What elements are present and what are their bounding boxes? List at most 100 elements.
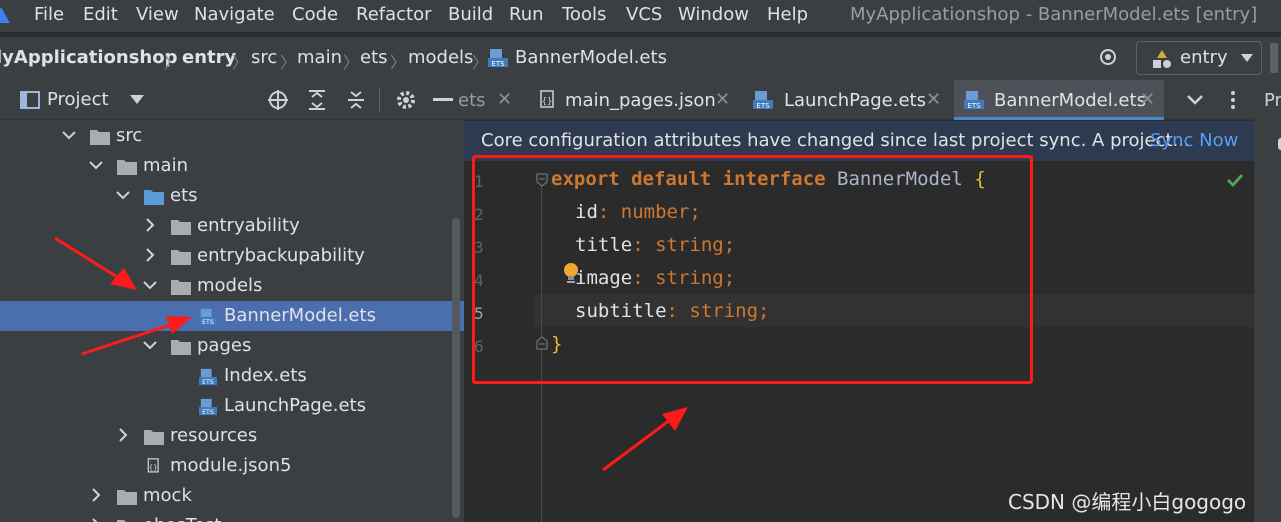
chevron-right-icon[interactable] [143,218,157,232]
tree-item-label: resources [170,425,258,446]
annotation-box [472,155,1033,384]
menu-navigate[interactable]: Navigate [194,4,275,25]
previewer-tab[interactable]: Pr [1264,90,1281,111]
tree-row[interactable]: ETS LaunchPage.ets [0,391,464,421]
folder-icon [117,160,137,175]
chevron-right-icon[interactable] [89,518,103,522]
menu-code[interactable]: Code [292,4,338,25]
window-title: MyApplicationshop - BannerModel.ets [ent… [850,4,1258,25]
toolbar-overflow[interactable] [1270,43,1278,73]
chevron-right-icon[interactable] [89,488,103,502]
tab-main-pages-json[interactable]: {} main_pages.json ✕ [534,80,744,120]
breadcrumb-file[interactable]: BannerModel.ets [515,47,667,68]
chevron-down-icon[interactable] [62,128,76,142]
tree-row[interactable]: entryability [0,211,464,241]
svg-text:{}: {} [149,462,158,471]
tab-bannermodel[interactable]: ETS BannerModel.ets ✕ [954,80,1164,120]
folder-icon [171,250,191,265]
breadcrumb-main[interactable]: main [297,47,342,68]
chevron-down-icon[interactable] [143,278,157,292]
tree-item-label: main [143,155,188,176]
chevron-down-icon[interactable] [116,188,130,202]
menu-bar: File Edit View Navigate Code Refactor Bu… [0,0,1281,32]
chevron-down-icon [1241,54,1253,62]
close-icon[interactable]: ✕ [1140,89,1155,110]
target-icon[interactable] [1096,45,1120,69]
svg-text:ETS: ETS [756,102,770,110]
tree-row[interactable]: main [0,151,464,181]
breadcrumb-separator-icon: 〉 [390,53,407,72]
tree-scrollbar[interactable] [452,218,460,518]
run-config-select[interactable]: entry [1136,41,1262,75]
chevron-down-icon[interactable] [143,338,157,352]
tree-row[interactable]: ETS Index.ets [0,361,464,391]
expand-all-icon[interactable] [306,89,328,111]
tree-item-label: ohosTest [143,515,221,522]
svg-text:ETS: ETS [202,379,214,386]
menu-run[interactable]: Run [509,4,544,25]
toolbar-divider [379,88,380,112]
folder-icon [90,130,110,145]
ets-file-icon: ETS [488,49,508,68]
locate-file-icon[interactable] [267,89,289,111]
ets-file-icon: ETS [199,398,217,416]
ets-file-icon: ETS [199,368,217,386]
tree-row[interactable]: pages [0,331,464,361]
menu-file[interactable]: File [34,4,64,25]
breadcrumb-ets[interactable]: ets [360,47,388,68]
tree-item-label: module.json5 [170,455,292,476]
ets-file-icon: ETS [964,91,984,110]
tree-row[interactable]: ohosTest [0,511,464,522]
close-icon[interactable]: ✕ [926,89,941,110]
project-panel-title[interactable]: Project [47,89,109,110]
tree-row[interactable]: mock [0,481,464,511]
right-tool-strip: Pr [1254,80,1281,522]
breadcrumb-module[interactable]: entry [182,47,236,68]
tree-row[interactable]: ets [0,181,464,211]
breadcrumb-models[interactable]: models [408,47,473,68]
breadcrumb-src[interactable]: src [251,47,277,68]
minimize-icon[interactable] [433,98,453,102]
tab-ets[interactable]: ets ✕ [458,80,524,120]
tab-list-chevron-icon[interactable] [1187,95,1203,105]
menu-window[interactable]: Window [678,4,749,25]
ets-file-icon: ETS [753,91,773,110]
collapse-all-icon[interactable] [345,89,367,111]
folder-icon [144,190,164,205]
tab-launchpage[interactable]: ETS LaunchPage.ets ✕ [750,80,950,120]
sync-now-link[interactable]: Sync Now [1150,130,1238,151]
gear-icon[interactable] [395,89,417,111]
tree-row[interactable]: models [0,271,464,301]
tree-item-label: ets [170,185,198,206]
more-options-icon[interactable] [1230,90,1236,110]
menu-vcs[interactable]: VCS [626,4,662,25]
tree-item-label: LaunchPage.ets [224,395,366,416]
breadcrumb-separator-icon: 〉 [280,53,297,72]
tree-row[interactable]: ETS BannerModel.ets [0,301,464,331]
folder-icon [171,280,191,295]
folder-icon [171,340,191,355]
menu-help[interactable]: Help [767,4,808,25]
close-icon[interactable]: ✕ [715,89,730,110]
tree-row[interactable]: {} module.json5 [0,451,464,481]
chevron-right-icon[interactable] [143,248,157,262]
chevron-down-icon[interactable] [130,95,144,105]
menu-view[interactable]: View [136,4,179,25]
menu-build[interactable]: Build [448,4,493,25]
tree-item-label: entrybackupability [197,245,365,266]
ets-file-icon: ETS [199,308,217,326]
tree-row[interactable]: resources [0,421,464,451]
project-panel-header: Project [0,80,464,120]
tree-row[interactable]: src [0,121,464,151]
menu-tools[interactable]: Tools [562,4,606,25]
breadcrumb-project[interactable]: lyApplicationshop [0,47,178,68]
breadcrumb-separator-icon: 〉 [164,53,181,72]
chevron-down-icon[interactable] [89,158,103,172]
tree-row[interactable]: entrybackupability [0,241,464,271]
chevron-right-icon[interactable] [116,428,130,442]
app-logo-icon [0,7,10,23]
folder-icon [171,220,191,235]
menu-edit[interactable]: Edit [83,4,118,25]
menu-refactor[interactable]: Refactor [356,4,432,25]
close-icon[interactable]: ✕ [497,89,512,110]
